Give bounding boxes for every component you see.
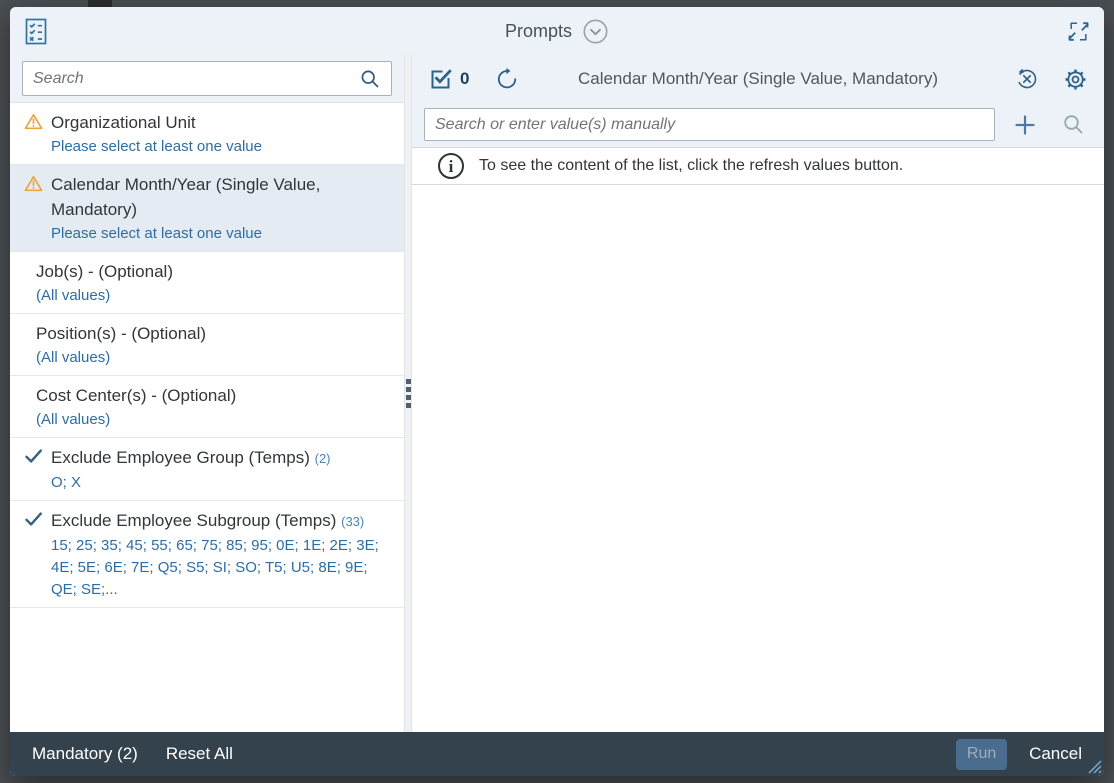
reset-values-icon[interactable] xyxy=(1015,67,1039,91)
resize-grip[interactable] xyxy=(1087,759,1102,774)
prompt-subtitle: 15; 25; 35; 45; 55; 65; 75; 85; 95; 0E; … xyxy=(51,535,396,601)
value-search-input[interactable] xyxy=(424,108,995,141)
detail-toolbar: 0 Calendar Month/Year (Single Value, Man… xyxy=(412,55,1104,103)
prompt-title: Cost Center(s) - (Optional) xyxy=(36,383,236,408)
cancel-button[interactable]: Cancel xyxy=(1023,740,1088,768)
prompt-subtitle: (All values) xyxy=(36,347,396,369)
info-message-bar: i To see the content of the list, click … xyxy=(412,147,1104,185)
reset-all-button[interactable]: Reset All xyxy=(166,744,233,764)
checkmark-icon xyxy=(24,508,51,528)
settings-gear-icon[interactable] xyxy=(1063,67,1088,92)
dialog-header: Prompts xyxy=(10,7,1104,55)
dialog-title: Prompts xyxy=(505,21,572,42)
prompt-title: Calendar Month/Year (Single Value, Manda… xyxy=(51,172,396,222)
info-icon: i xyxy=(438,153,464,179)
prompt-search-box xyxy=(22,61,392,96)
dialog-footer: Mandatory (2) Reset All Run Cancel xyxy=(10,732,1104,776)
value-count-badge: (33) xyxy=(341,514,364,529)
prompt-subtitle: (All values) xyxy=(36,285,396,307)
mandatory-count-label: Mandatory (2) xyxy=(32,744,138,764)
value-entry-row xyxy=(412,103,1104,147)
value-count-badge: (2) xyxy=(315,451,331,466)
title-menu-chevron-down-icon[interactable] xyxy=(582,18,609,45)
prompt-item-calendar-month-year[interactable]: Calendar Month/Year (Single Value, Manda… xyxy=(10,165,404,252)
add-value-plus-icon[interactable] xyxy=(1012,112,1038,138)
prompt-title: Organizational Unit xyxy=(51,110,196,135)
prompt-list: Organizational Unit Please select at lea… xyxy=(10,103,404,732)
prompt-search-input[interactable] xyxy=(33,70,359,88)
warning-icon xyxy=(24,110,51,130)
value-list-area xyxy=(412,185,1104,732)
checkmark-icon xyxy=(24,445,51,465)
prompt-item-exclude-employee-group[interactable]: Exclude Employee Group (Temps) (2) O; X xyxy=(10,438,404,501)
prompt-subtitle: O; X xyxy=(51,472,396,494)
prompt-title: Job(s) - (Optional) xyxy=(36,259,173,284)
prompt-title: Position(s) - (Optional) xyxy=(36,321,206,346)
prompt-list-panel: Organizational Unit Please select at lea… xyxy=(10,55,404,732)
prompt-subtitle: (All values) xyxy=(36,409,396,431)
prompt-subtitle: Please select at least one value xyxy=(51,223,396,245)
prompt-item-jobs[interactable]: Job(s) - (Optional) (All values) xyxy=(10,252,404,314)
prompts-dialog: Prompts xyxy=(10,7,1104,776)
prompt-detail-panel: 0 Calendar Month/Year (Single Value, Man… xyxy=(412,55,1104,732)
info-message-text: To see the content of the list, click th… xyxy=(479,157,903,175)
prompt-subtitle: Please select at least one value xyxy=(51,136,396,158)
prompt-title: Exclude Employee Group (Temps) (2) xyxy=(51,445,331,471)
selected-values-icon[interactable] xyxy=(428,67,453,92)
prompt-item-exclude-employee-subgroup[interactable]: Exclude Employee Subgroup (Temps) (33) 1… xyxy=(10,501,404,608)
prompt-item-cost-centers[interactable]: Cost Center(s) - (Optional) (All values) xyxy=(10,376,404,438)
selected-values-count: 0 xyxy=(460,69,469,89)
prompt-item-positions[interactable]: Position(s) - (Optional) (All values) xyxy=(10,314,404,376)
panel-splitter[interactable] xyxy=(404,55,412,732)
value-search-icon[interactable] xyxy=(1061,112,1086,137)
run-button[interactable]: Run xyxy=(956,739,1007,770)
warning-icon xyxy=(24,172,51,192)
refresh-values-icon[interactable] xyxy=(495,67,519,91)
prompt-search-area xyxy=(10,55,404,103)
dialog-body: Organizational Unit Please select at lea… xyxy=(10,55,1104,732)
search-icon[interactable] xyxy=(359,68,381,90)
prompt-title: Exclude Employee Subgroup (Temps) (33) xyxy=(51,508,364,534)
prompt-item-organizational-unit[interactable]: Organizational Unit Please select at lea… xyxy=(10,103,404,165)
detail-title: Calendar Month/Year (Single Value, Manda… xyxy=(578,69,938,89)
